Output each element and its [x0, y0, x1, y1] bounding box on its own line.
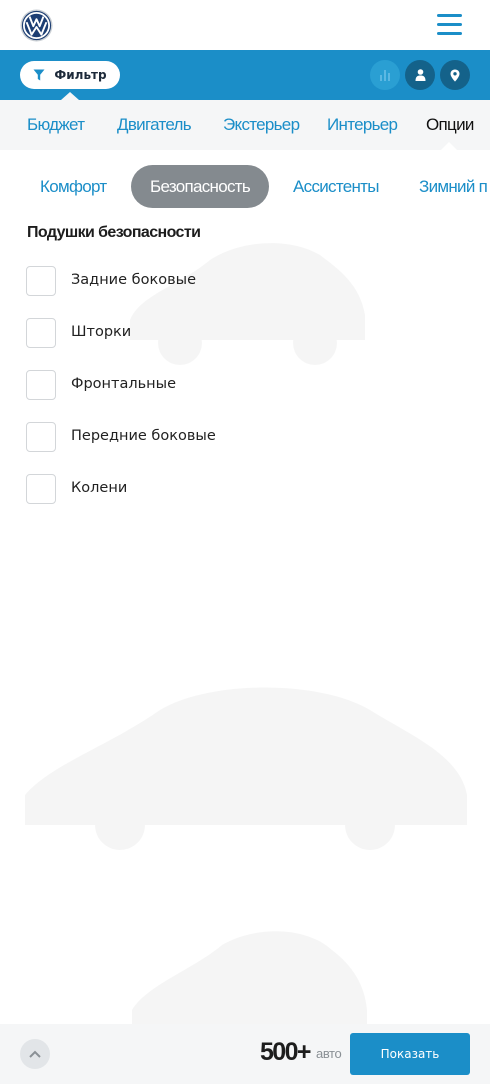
tab-options[interactable]: Опции: [426, 115, 474, 135]
option-label: Колени: [71, 480, 128, 496]
car-background-icon: [20, 675, 472, 850]
compare-button[interactable]: [370, 60, 400, 90]
funnel-icon: [33, 69, 45, 81]
option-knee-airbags[interactable]: Колени: [26, 474, 326, 504]
checkbox[interactable]: [26, 474, 56, 504]
active-tab-pointer: [441, 142, 457, 150]
user-icon: [415, 69, 425, 81]
checkbox[interactable]: [26, 422, 56, 452]
tab-budget[interactable]: Бюджет: [27, 115, 85, 135]
option-front-side-airbags[interactable]: Передние боковые: [26, 422, 326, 452]
subtab-winter[interactable]: Зимний п: [419, 165, 488, 208]
map-marker-icon: [450, 69, 460, 82]
car-background-icon: [120, 225, 370, 370]
option-label: Шторки: [71, 324, 132, 340]
filter-button[interactable]: Фильтр: [20, 61, 120, 89]
top-header: [0, 0, 490, 50]
results-count: 500+: [260, 1038, 312, 1066]
subtab-assistants[interactable]: Ассистенты: [293, 165, 379, 208]
dealer-button[interactable]: [405, 60, 435, 90]
filter-pointer: [61, 92, 79, 100]
checkbox[interactable]: [26, 266, 56, 296]
subtab-comfort[interactable]: Комфорт: [40, 165, 107, 208]
option-label: Фронтальные: [71, 376, 177, 392]
tab-engine[interactable]: Двигатель: [117, 115, 192, 135]
hamburger-menu-icon[interactable]: [437, 14, 462, 36]
option-rear-side-airbags[interactable]: Задние боковые: [26, 266, 326, 296]
option-curtain-airbags[interactable]: Шторки: [26, 318, 326, 348]
results-footer: 500+ авто Показать: [0, 1024, 490, 1084]
checkbox[interactable]: [26, 370, 56, 400]
bar-chart-icon: [380, 70, 390, 81]
show-results-button[interactable]: Показать: [350, 1033, 470, 1075]
option-front-airbags[interactable]: Фронтальные: [26, 370, 326, 400]
option-label: Задние боковые: [71, 272, 196, 288]
tab-interior[interactable]: Интерьер: [327, 115, 398, 135]
vw-logo-icon[interactable]: [20, 9, 53, 42]
section-title: Подушки безопасности: [27, 224, 201, 241]
sub-tabs: Комфорт Безопасность Ассистенты Зимний п: [0, 165, 490, 211]
chevron-up-icon: [29, 1050, 41, 1058]
filter-button-label: Фильтр: [54, 68, 107, 82]
tab-exterior[interactable]: Экстерьер: [223, 115, 300, 135]
checkbox[interactable]: [26, 318, 56, 348]
results-unit: авто: [316, 1046, 342, 1061]
subtab-safety[interactable]: Безопасность: [131, 165, 270, 208]
scroll-top-button[interactable]: [20, 1039, 50, 1069]
main-tabs: Бюджет Двигатель Экстерьер Интерьер Опци…: [0, 100, 490, 150]
location-button[interactable]: [440, 60, 470, 90]
option-label: Передние боковые: [71, 428, 216, 444]
